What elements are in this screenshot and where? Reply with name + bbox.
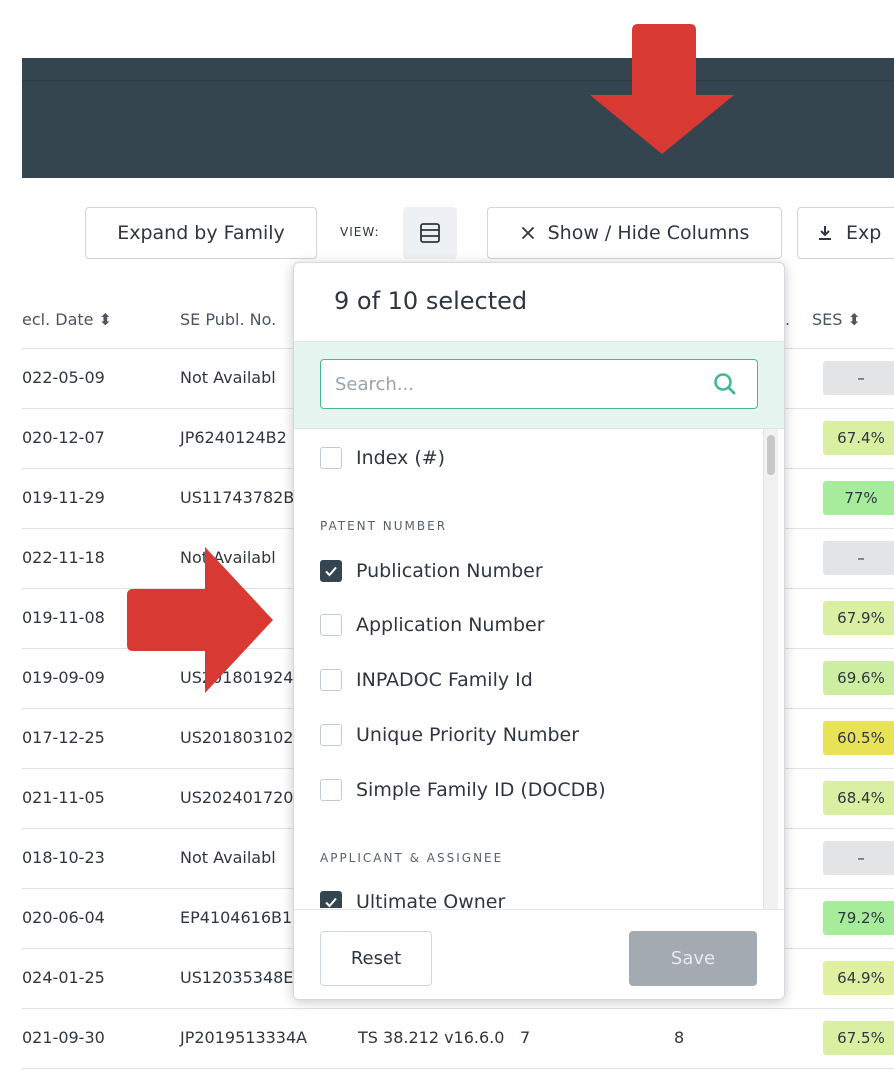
ses-score-badge: 69.6% [823, 661, 894, 695]
view-label: VIEW: [340, 225, 380, 239]
decl-date-cell: 022-11-18 [22, 548, 105, 567]
decl-date-cell: 019-11-29 [22, 488, 105, 507]
column-header-decl-date[interactable]: ecl. Date ⬍ [22, 310, 112, 329]
column-header-se-publ-no[interactable]: SE Publ. No. [180, 310, 276, 329]
ses-score-badge: – [823, 841, 894, 875]
scrollbar-thumb[interactable] [767, 435, 775, 475]
ses-score-badge: 60.5% [823, 721, 894, 755]
show-hide-columns-label: Show / Hide Columns [547, 222, 750, 244]
checkbox-unchecked[interactable] [320, 779, 342, 801]
option-label: Application Number [356, 614, 545, 636]
option-index[interactable]: Index (#) [320, 447, 445, 469]
table-row[interactable]: 021-09-30 JP2019513334A TS 38.212 v16.6.0 7… [22, 1008, 894, 1069]
reset-button[interactable]: Reset [320, 931, 432, 986]
decl-date-cell: 021-09-30 [22, 1028, 105, 1047]
count-cell: 8 [674, 1028, 685, 1047]
option-inpadoc-family-id[interactable]: INPADOC Family Id [320, 669, 533, 691]
decl-date-cell: 024-01-25 [22, 968, 105, 987]
decl-date-cell: 019-11-08 [22, 608, 105, 627]
option-application-number[interactable]: Application Number [320, 614, 545, 636]
down-arrow-annotation-icon [590, 24, 734, 154]
ses-score-badge: 68.4% [823, 781, 894, 815]
se-publ-no-cell[interactable]: JP6240124B2 [180, 428, 287, 447]
se-publ-no-cell[interactable]: JP2019513334A [180, 1028, 307, 1047]
show-hide-columns-button[interactable]: Show / Hide Columns [487, 207, 782, 259]
ses-score-badge: 64.9% [823, 961, 894, 995]
ses-score-badge: 67.5% [823, 1021, 894, 1055]
save-button[interactable]: Save [629, 931, 757, 986]
column-header-partial: . [785, 310, 791, 329]
option-label: Simple Family ID (DOCDB) [356, 779, 606, 801]
checkmark-icon [325, 897, 337, 908]
checkbox-checked[interactable] [320, 560, 342, 582]
option-label: Publication Number [356, 560, 543, 582]
checkmark-icon [325, 566, 337, 577]
top-blank-area [0, 0, 894, 58]
se-publ-no-cell[interactable]: Not Availabl [180, 848, 276, 867]
spec-cell: TS 38.212 v16.6.0 [358, 1028, 505, 1047]
ses-score-badge: 79.2% [823, 901, 894, 935]
option-ultimate-owner[interactable]: Ultimate Owner [320, 891, 505, 908]
ses-score-badge: – [823, 361, 894, 395]
app-header-bar [22, 58, 894, 178]
list-scrollbar[interactable] [763, 429, 778, 909]
export-button[interactable]: Exp [797, 207, 894, 259]
option-simple-family-id[interactable]: Simple Family ID (DOCDB) [320, 779, 606, 801]
column-option-list[interactable]: Index (#) PATENT NUMBER Publication Numb… [294, 428, 766, 908]
checkbox-unchecked[interactable] [320, 447, 342, 469]
se-publ-no-cell[interactable]: US11743782B [180, 488, 294, 507]
ses-score-badge: 67.4% [823, 421, 894, 455]
decl-date-cell: 020-06-04 [22, 908, 105, 927]
checkbox-unchecked[interactable] [320, 724, 342, 746]
table-view-icon [420, 223, 440, 243]
se-publ-no-cell[interactable]: Not Availabl [180, 368, 276, 387]
export-label: Exp [846, 222, 882, 244]
column-search-input[interactable] [320, 359, 758, 409]
option-unique-priority-number[interactable]: Unique Priority Number [320, 724, 579, 746]
decl-date-cell: 022-05-09 [22, 368, 105, 387]
panel-footer: Reset Save [294, 909, 784, 999]
se-publ-no-cell[interactable]: US202401720 [180, 788, 293, 807]
right-arrow-annotation-icon [127, 547, 273, 693]
ses-score-badge: – [823, 541, 894, 575]
ses-score-badge: 77% [823, 481, 894, 515]
column-chooser-panel: 9 of 10 selected Index (#) PATENT NUMBER… [293, 262, 785, 1000]
decl-date-cell: 020-12-07 [22, 428, 105, 447]
checkbox-unchecked[interactable] [320, 669, 342, 691]
decl-date-cell: 019-09-09 [22, 668, 105, 687]
option-label: INPADOC Family Id [356, 669, 533, 691]
decl-date-cell: 018-10-23 [22, 848, 105, 867]
option-label: Index (#) [356, 447, 446, 469]
search-zone [294, 341, 784, 429]
group-label-patent-number: PATENT NUMBER [320, 519, 448, 533]
checkbox-unchecked[interactable] [320, 614, 342, 636]
option-label: Unique Priority Number [356, 724, 580, 746]
column-header-ses[interactable]: SES ⬍ [812, 310, 861, 329]
close-icon [521, 227, 534, 239]
download-icon [819, 226, 831, 240]
expand-by-family-label: Expand by Family [117, 222, 285, 244]
decl-date-cell: 017-12-25 [22, 728, 105, 747]
search-icon[interactable] [712, 371, 738, 397]
ses-score-badge: 67.9% [823, 601, 894, 635]
option-publication-number[interactable]: Publication Number [320, 560, 543, 582]
se-publ-no-cell[interactable]: EP4104616B1 [180, 908, 292, 927]
decl-date-cell: 021-11-05 [22, 788, 105, 807]
selection-count-title: 9 of 10 selected [334, 287, 528, 315]
se-publ-no-cell[interactable]: US12035348E [180, 968, 293, 987]
option-label: Ultimate Owner [356, 891, 506, 908]
checkbox-checked[interactable] [320, 891, 342, 908]
table-view-button[interactable] [403, 207, 457, 259]
expand-by-family-button[interactable]: Expand by Family [85, 207, 317, 259]
count-cell: 7 [520, 1028, 531, 1047]
group-label-applicant-assignee: APPLICANT & ASSIGNEE [320, 851, 504, 865]
se-publ-no-cell[interactable]: US201803102 [180, 728, 293, 747]
